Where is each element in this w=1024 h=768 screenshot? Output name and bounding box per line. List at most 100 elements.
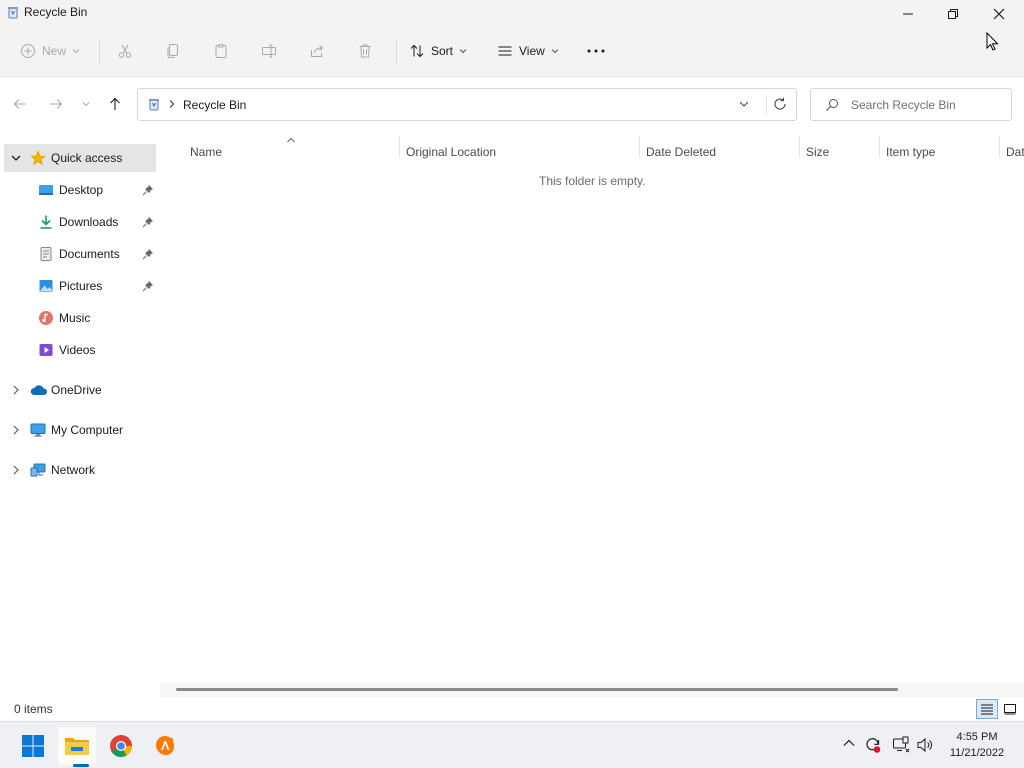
large-icons-view-button[interactable] xyxy=(1000,699,1020,719)
chevron-down-icon xyxy=(459,49,467,54)
chrome-taskbar-button[interactable] xyxy=(102,727,140,765)
arrow-left-icon xyxy=(13,99,26,109)
breadcrumb-chevron-icon[interactable] xyxy=(168,99,176,112)
main-area: Quick access Desktop Downloads Documents… xyxy=(0,132,1024,697)
chevron-right-icon[interactable] xyxy=(10,384,22,399)
network-icon xyxy=(30,462,46,478)
delete-button[interactable] xyxy=(357,38,373,64)
more-options-button[interactable] xyxy=(586,38,606,64)
plus-circle-icon xyxy=(21,44,35,58)
copy-icon xyxy=(167,44,178,58)
sidebar-item-label: My Computer xyxy=(51,423,124,437)
recycle-bin-icon xyxy=(6,5,20,19)
minimize-button[interactable] xyxy=(885,0,931,28)
recent-locations-button[interactable] xyxy=(75,93,97,115)
column-divider[interactable] xyxy=(999,136,1000,158)
clipboard-icon xyxy=(215,44,227,58)
close-icon xyxy=(993,8,1005,20)
chevron-down-icon[interactable] xyxy=(10,152,22,167)
toolbar-divider xyxy=(99,40,100,64)
desktop-icon xyxy=(38,182,54,198)
sidebar-item-videos[interactable]: Videos xyxy=(4,336,156,364)
show-hidden-icons-button[interactable] xyxy=(842,736,856,753)
close-button[interactable] xyxy=(976,0,1022,28)
sort-label: Sort xyxy=(431,44,454,58)
search-placeholder: Search Recycle Bin xyxy=(851,98,956,112)
scissors-icon xyxy=(118,44,132,58)
chevron-down-icon xyxy=(82,102,90,107)
view-button[interactable]: View xyxy=(497,38,559,64)
search-input[interactable]: Search Recycle Bin xyxy=(810,88,1012,121)
column-divider[interactable] xyxy=(879,136,880,158)
cut-button[interactable] xyxy=(117,38,133,64)
column-header-date[interactable]: Dat xyxy=(1006,138,1024,166)
ellipsis-icon xyxy=(587,49,605,53)
restore-button[interactable] xyxy=(930,0,976,28)
empty-folder-message: This folder is empty. xyxy=(539,174,646,188)
recycle-bin-icon xyxy=(147,97,161,114)
column-header-date-deleted[interactable]: Date Deleted xyxy=(646,138,716,166)
start-button[interactable] xyxy=(14,727,52,765)
sidebar-item-music[interactable]: Music xyxy=(4,304,156,332)
download-arrow-icon xyxy=(38,214,54,230)
command-bar: New Sort View xyxy=(0,30,1024,72)
sidebar-item-downloads[interactable]: Downloads xyxy=(4,208,156,236)
chevron-down-icon xyxy=(551,49,559,54)
update-status-icon[interactable] xyxy=(864,736,882,757)
sidebar-item-network[interactable]: Network xyxy=(4,456,156,484)
column-header-name[interactable]: Name xyxy=(190,138,222,166)
column-header-original-location[interactable]: Original Location xyxy=(406,138,496,166)
sidebar-item-documents[interactable]: Documents xyxy=(4,240,156,268)
chevron-right-icon[interactable] xyxy=(10,464,22,479)
refresh-icon xyxy=(774,97,786,110)
sidebar-item-onedrive[interactable]: OneDrive xyxy=(4,376,156,404)
sidebar-item-my-computer[interactable]: My Computer xyxy=(4,416,156,444)
sidebar-item-pictures[interactable]: Pictures xyxy=(4,272,156,300)
column-divider[interactable] xyxy=(399,136,400,158)
refresh-button[interactable] xyxy=(772,96,788,115)
horizontal-scrollbar[interactable] xyxy=(160,683,1024,697)
copy-button[interactable] xyxy=(165,38,181,64)
sidebar-item-quick-access[interactable]: Quick access xyxy=(4,144,156,172)
trash-icon xyxy=(359,44,371,58)
title-bar: Recycle Bin xyxy=(0,0,1024,28)
scrollbar-thumb[interactable] xyxy=(176,688,898,691)
up-button[interactable] xyxy=(104,93,126,115)
computer-icon xyxy=(30,422,46,438)
forward-button[interactable] xyxy=(45,93,67,115)
network-status-icon[interactable] xyxy=(892,736,910,757)
sort-button[interactable]: Sort xyxy=(409,38,467,64)
details-view-button[interactable] xyxy=(976,699,998,719)
address-bar[interactable]: Recycle Bin xyxy=(137,88,797,121)
pin-icon xyxy=(142,248,154,263)
details-view-icon xyxy=(981,704,993,715)
minimize-icon xyxy=(903,13,913,15)
back-button[interactable] xyxy=(9,93,31,115)
column-divider[interactable] xyxy=(639,136,640,158)
system-clock[interactable]: 4:55 PM 11/21/2022 xyxy=(942,729,1012,761)
column-divider[interactable] xyxy=(799,136,800,158)
column-header-size[interactable]: Size xyxy=(806,138,829,166)
address-dropdown-button[interactable] xyxy=(738,98,750,113)
sort-ascending-icon xyxy=(286,132,296,146)
document-icon xyxy=(38,246,54,262)
share-button[interactable] xyxy=(309,38,325,64)
breadcrumb-recycle-bin[interactable]: Recycle Bin xyxy=(183,98,246,112)
sidebar-item-desktop[interactable]: Desktop xyxy=(4,176,156,204)
column-header-item-type[interactable]: Item type xyxy=(886,138,935,166)
volume-icon[interactable] xyxy=(916,736,934,757)
sidebar-item-label: Downloads xyxy=(59,215,119,229)
avast-taskbar-button[interactable] xyxy=(146,727,184,765)
chevron-right-icon[interactable] xyxy=(10,424,22,439)
rename-icon xyxy=(262,44,276,58)
view-list-icon xyxy=(498,46,512,56)
clock-time: 4:55 PM xyxy=(956,731,998,743)
file-explorer-taskbar-button[interactable] xyxy=(58,727,96,765)
arrow-right-icon xyxy=(50,99,63,109)
rename-button[interactable] xyxy=(261,38,277,64)
pin-icon xyxy=(142,184,154,199)
sidebar-item-label: Videos xyxy=(59,343,96,357)
new-button[interactable]: New xyxy=(20,38,80,64)
paste-button[interactable] xyxy=(213,38,229,64)
file-list: Name Original Location Date Deleted Size… xyxy=(160,132,1024,697)
